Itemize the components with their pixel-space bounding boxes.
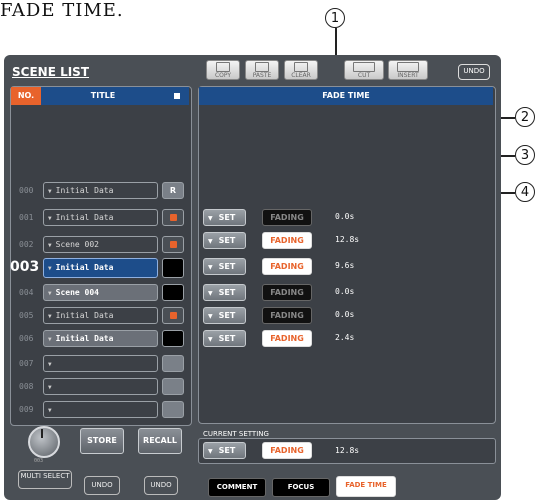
document-caption: FADE TIME. bbox=[0, 0, 124, 21]
column-header-title: TITLE bbox=[41, 87, 165, 105]
caret-down-icon: ▼ bbox=[48, 313, 52, 320]
lock-icon bbox=[169, 241, 177, 248]
window-title: SCENE LIST bbox=[12, 65, 90, 79]
fade-time-value: 9.6s bbox=[335, 261, 355, 270]
caret-down-icon: ▼ bbox=[208, 290, 213, 297]
scene-status-button[interactable] bbox=[162, 355, 184, 372]
cut-button[interactable]: CUT bbox=[344, 60, 384, 80]
scene-title-field[interactable]: ▼ bbox=[43, 355, 158, 372]
fade-set-button[interactable]: ▼ SET bbox=[203, 232, 246, 249]
scene-title-field[interactable]: ▼ Scene 004 bbox=[43, 284, 158, 301]
scene-protect-button[interactable] bbox=[162, 307, 184, 324]
scene-title-field[interactable]: ▼ Initial Data bbox=[43, 330, 158, 347]
paste-icon bbox=[255, 62, 269, 72]
lock-icon bbox=[169, 214, 177, 221]
caret-down-icon: ▼ bbox=[48, 242, 52, 249]
caret-down-icon: ▼ bbox=[48, 336, 52, 343]
fading-button[interactable]: FADING bbox=[262, 209, 312, 226]
cut-icon bbox=[353, 62, 375, 72]
fading-button[interactable]: FADING bbox=[262, 232, 312, 249]
caret-down-icon: ▼ bbox=[208, 313, 213, 320]
fade-time-value: 0.0s bbox=[335, 287, 355, 296]
scene-status-r-button[interactable]: R bbox=[162, 182, 184, 199]
insert-button[interactable]: INSERT bbox=[388, 60, 428, 80]
paste-button[interactable]: PASTE bbox=[245, 60, 279, 80]
caret-down-icon: ▼ bbox=[48, 215, 52, 222]
store-button[interactable]: STORE bbox=[80, 428, 124, 454]
scene-status-button[interactable] bbox=[162, 258, 184, 278]
caret-down-icon: ▼ bbox=[48, 265, 52, 272]
caret-down-icon: ▼ bbox=[48, 361, 52, 368]
caret-down-icon: ▼ bbox=[208, 215, 213, 222]
undo-button[interactable]: UNDO bbox=[144, 476, 178, 495]
fade-set-button[interactable]: ▼ SET bbox=[203, 209, 246, 226]
scene-title-field-current[interactable]: ▼ Initial Data bbox=[43, 258, 158, 278]
fading-button[interactable]: FADING bbox=[262, 307, 312, 324]
scene-title-field[interactable]: ▼ Initial Data bbox=[43, 209, 158, 226]
fade-set-button[interactable]: ▼ SET bbox=[203, 330, 246, 347]
scene-title-field[interactable]: ▼ Initial Data bbox=[43, 182, 158, 199]
undo-button[interactable]: UNDO bbox=[84, 476, 120, 495]
current-setting-label: CURRENT SETTING bbox=[203, 430, 269, 438]
square-icon bbox=[174, 93, 180, 99]
callout-3: 3 bbox=[515, 145, 535, 165]
scene-protect-button[interactable] bbox=[162, 209, 184, 226]
scene-status-button[interactable] bbox=[162, 401, 184, 418]
insert-icon bbox=[397, 62, 419, 72]
clear-button[interactable]: CLEAR bbox=[284, 60, 318, 80]
fade-time-value: 2.4s bbox=[335, 333, 355, 342]
fade-time-header: FADE TIME bbox=[199, 87, 493, 105]
current-set-button[interactable]: ▼ SET bbox=[203, 442, 246, 459]
fade-time-panel bbox=[198, 86, 496, 424]
fade-set-button[interactable]: ▼ SET bbox=[203, 258, 246, 275]
multi-select-button[interactable]: MULTI SELECT bbox=[18, 470, 72, 489]
copy-button[interactable]: COPY bbox=[206, 60, 240, 80]
fade-time-value: 0.0s bbox=[335, 212, 355, 221]
scene-list-panel bbox=[10, 86, 192, 426]
toolbar-undo-button[interactable]: UNDO bbox=[458, 64, 490, 80]
current-scene-number: 003 bbox=[10, 259, 40, 275]
caret-down-icon: ▼ bbox=[208, 238, 213, 245]
caret-down-icon: ▼ bbox=[48, 384, 52, 391]
caret-down-icon: ▼ bbox=[208, 336, 213, 343]
tab-fade-time[interactable]: FADE TIME bbox=[336, 476, 396, 497]
scene-title-field[interactable]: ▼ Scene 002 bbox=[43, 236, 158, 253]
current-fade-time: 12.8s bbox=[335, 446, 360, 455]
knob-indicator bbox=[41, 429, 43, 438]
callout-4: 4 bbox=[515, 182, 535, 202]
tab-focus[interactable]: FOCUS bbox=[272, 478, 330, 497]
scene-status-button[interactable] bbox=[162, 330, 184, 347]
scene-status-button[interactable] bbox=[162, 378, 184, 395]
caret-down-icon: ▼ bbox=[48, 188, 52, 195]
recall-button[interactable]: RECALL bbox=[138, 428, 182, 454]
scene-status-button[interactable] bbox=[162, 284, 184, 301]
caret-down-icon: ▼ bbox=[48, 290, 52, 297]
column-header-no: NO. bbox=[11, 87, 41, 105]
fading-button[interactable]: FADING bbox=[262, 258, 312, 275]
fading-button[interactable]: FADING bbox=[262, 284, 312, 301]
scene-title-field[interactable]: ▼ bbox=[43, 401, 158, 418]
caret-down-icon: ▼ bbox=[48, 407, 52, 414]
scene-select-knob[interactable] bbox=[28, 426, 60, 458]
fade-set-button[interactable]: ▼ SET bbox=[203, 284, 246, 301]
scene-title-field[interactable]: ▼ Initial Data bbox=[43, 307, 158, 324]
tab-comment[interactable]: COMMENT bbox=[208, 478, 266, 497]
lock-icon bbox=[169, 312, 177, 319]
clear-icon bbox=[294, 62, 308, 72]
scene-protect-button[interactable] bbox=[162, 236, 184, 253]
fade-time-value: 12.8s bbox=[335, 235, 360, 244]
fade-set-button[interactable]: ▼ SET bbox=[203, 307, 246, 324]
column-header-status bbox=[165, 87, 189, 105]
copy-icon bbox=[216, 62, 230, 72]
caret-down-icon: ▼ bbox=[208, 264, 213, 271]
knob-value: 003 bbox=[34, 458, 44, 464]
callout-1: 1 bbox=[325, 8, 345, 28]
fading-button[interactable]: FADING bbox=[262, 330, 312, 347]
callout-2: 2 bbox=[515, 107, 535, 127]
caret-down-icon: ▼ bbox=[208, 448, 213, 455]
scene-title-field[interactable]: ▼ bbox=[43, 378, 158, 395]
fade-time-value: 0.0s bbox=[335, 310, 355, 319]
current-fading-button[interactable]: FADING bbox=[262, 442, 312, 459]
